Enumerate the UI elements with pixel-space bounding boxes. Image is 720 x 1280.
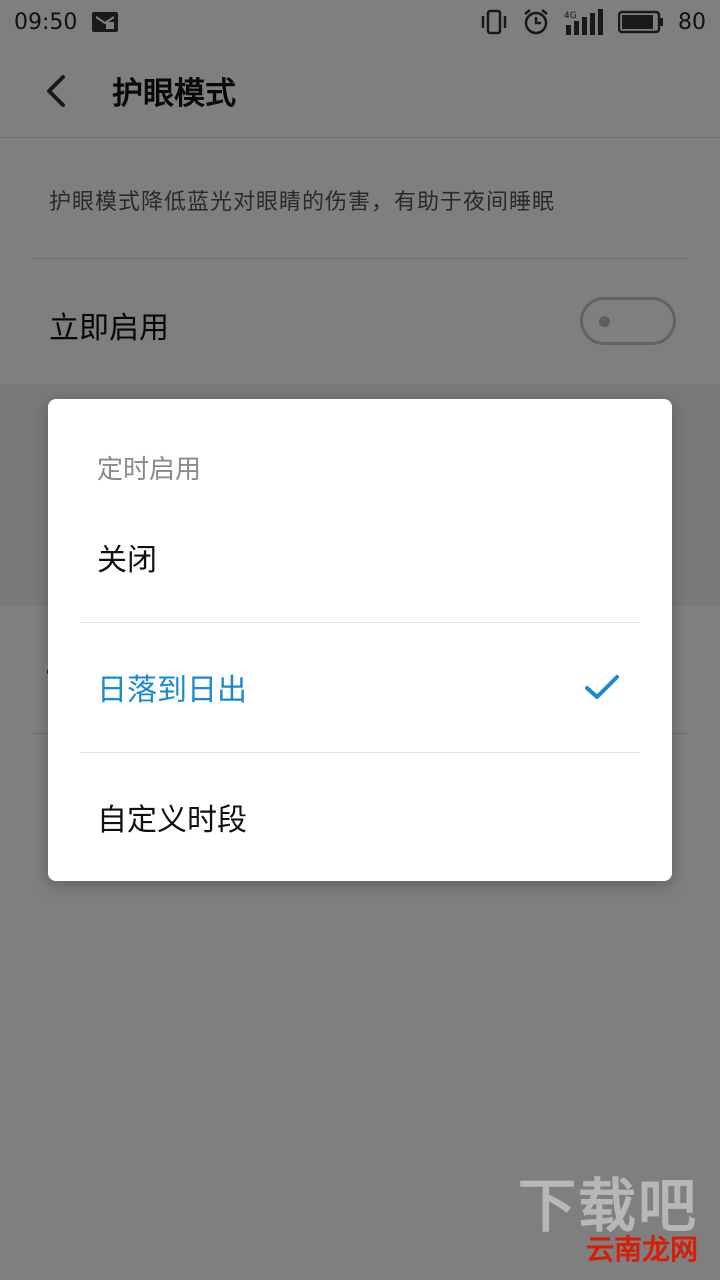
option-off[interactable]: 关闭 [48, 492, 672, 622]
option-custom-period[interactable]: 自定义时段 [48, 752, 672, 882]
option-label: 日落到日出 [97, 673, 247, 708]
watermark: 下载吧 云南龙网 [518, 1176, 698, 1268]
dialog-title: 定时启用 [97, 455, 202, 485]
option-label: 自定义时段 [97, 803, 247, 838]
eye-protection-screen: 09:50 [0, 0, 720, 1280]
option-label: 关闭 [97, 543, 157, 578]
watermark-text: 下载吧 [517, 1172, 698, 1240]
check-icon [585, 675, 619, 699]
option-sunset-to-sunrise[interactable]: 日落到日出 [48, 622, 672, 752]
schedule-dialog: 定时启用 关闭 日落到日出 自定义时段 [48, 399, 672, 881]
